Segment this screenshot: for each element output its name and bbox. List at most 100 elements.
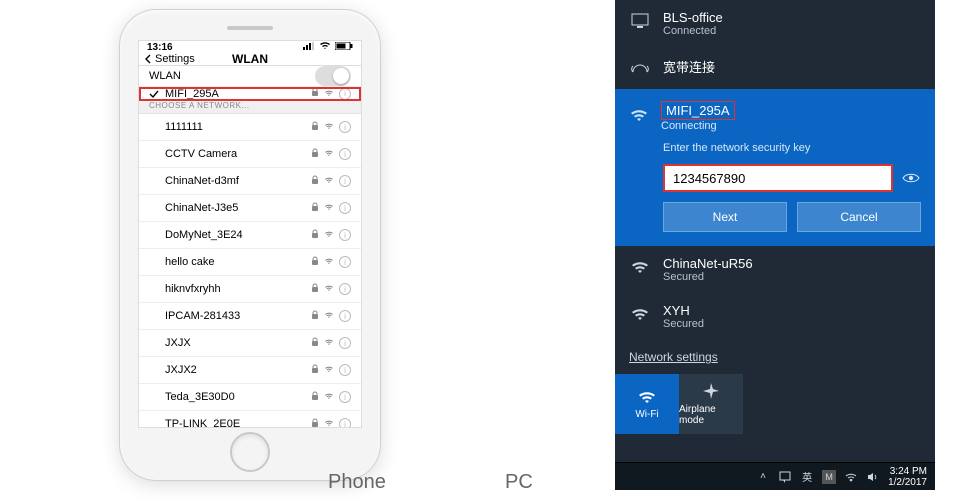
battery-icon: [335, 42, 353, 53]
wifi-icon: [629, 256, 651, 278]
network-name: Teda_3E30D0: [149, 391, 311, 403]
tray-volume-icon[interactable]: [866, 470, 880, 484]
back-button[interactable]: Settings: [139, 53, 195, 65]
info-icon[interactable]: i: [339, 283, 351, 295]
phone-speaker: [227, 26, 273, 30]
back-label: Settings: [155, 53, 195, 65]
network-name: ChinaNet-J3e5: [149, 202, 311, 214]
lock-icon: [311, 310, 319, 323]
connected-network-row[interactable]: MIFI_295A i: [139, 87, 361, 101]
tray-up-icon[interactable]: ˄: [756, 470, 770, 484]
info-icon[interactable]: i: [339, 88, 351, 100]
network-name: ChinaNet-uR56: [663, 256, 753, 271]
airplane-icon: [702, 382, 720, 400]
password-input[interactable]: [663, 164, 893, 192]
info-icon[interactable]: i: [339, 391, 351, 403]
wifi-icon: [637, 389, 657, 405]
network-name: hiknvfxryhh: [149, 283, 311, 295]
info-icon[interactable]: i: [339, 121, 351, 133]
lock-icon: [311, 364, 319, 377]
network-item[interactable]: BLS-officeConnected: [615, 0, 935, 47]
password-prompt: Enter the network security key: [663, 142, 921, 154]
network-settings-link[interactable]: Network settings: [615, 340, 935, 374]
tray-action-center-icon[interactable]: [778, 470, 792, 484]
network-item[interactable]: XYHSecured: [615, 293, 935, 340]
tray-ime1[interactable]: 英: [800, 470, 814, 484]
taskbar-time: 3:24 PM: [888, 466, 927, 477]
wifi-tile[interactable]: Wi-Fi: [615, 374, 679, 434]
info-icon[interactable]: i: [339, 364, 351, 376]
network-list: 1111111iCCTV CameraiChinaNet-d3mfiChinaN…: [139, 114, 361, 428]
network-row[interactable]: CCTV Camera i: [139, 141, 361, 168]
network-name: TP-LINK_2E0E: [149, 418, 311, 428]
caption-pc: PC: [505, 471, 533, 494]
taskbar-clock[interactable]: 3:24 PM 1/2/2017: [888, 466, 927, 488]
signal-icon: [303, 42, 315, 53]
pc-other-networks: ChinaNet-uR56SecuredXYHSecured: [615, 246, 935, 340]
wlan-toggle-label: WLAN: [149, 70, 315, 82]
lock-icon: [311, 148, 319, 161]
home-button[interactable]: [230, 432, 270, 472]
lock-icon: [311, 175, 319, 188]
info-icon[interactable]: i: [339, 256, 351, 268]
info-icon[interactable]: i: [339, 175, 351, 187]
network-row[interactable]: ChinaNet-d3mfi: [139, 168, 361, 195]
network-row[interactable]: 1111111i: [139, 114, 361, 141]
network-item[interactable]: ChinaNet-uR56Secured: [615, 246, 935, 293]
info-icon[interactable]: i: [339, 148, 351, 160]
network-row[interactable]: ChinaNet-J3e5 i: [139, 195, 361, 222]
lock-icon: [311, 418, 319, 429]
network-row[interactable]: hello cake i: [139, 249, 361, 276]
wifi-strength-icon: [324, 391, 334, 403]
network-status: Secured: [663, 318, 704, 330]
wifi-strength-icon: [324, 337, 334, 349]
connected-network-name: MIFI_295A: [165, 88, 311, 100]
status-bar: 13:16: [139, 41, 361, 53]
info-icon[interactable]: i: [339, 418, 351, 428]
chevron-left-icon: [143, 54, 153, 64]
network-name: DoMyNet_3E24: [149, 229, 311, 241]
network-name: hello cake: [149, 256, 311, 268]
network-row[interactable]: JXJXi: [139, 330, 361, 357]
tray-ime2[interactable]: M: [822, 470, 836, 484]
caption-phone: Phone: [328, 471, 386, 494]
wifi-strength-icon: [324, 175, 334, 187]
monitor-icon: [629, 10, 651, 32]
quick-tiles: Wi-Fi Airplane mode: [615, 374, 935, 434]
info-icon[interactable]: i: [339, 229, 351, 241]
network-status: Secured: [663, 271, 753, 283]
wifi-icon: [629, 303, 651, 325]
network-name: JXJX2: [149, 364, 311, 376]
network-row[interactable]: hiknvfxryhh i: [139, 276, 361, 303]
reveal-password-icon[interactable]: [901, 168, 921, 188]
wifi-strength-icon: [324, 310, 334, 322]
airplane-tile[interactable]: Airplane mode: [679, 374, 743, 434]
network-row[interactable]: IPCAM-281433i: [139, 303, 361, 330]
cancel-button[interactable]: Cancel: [797, 202, 921, 232]
network-row[interactable]: Teda_3E30D0 i: [139, 384, 361, 411]
info-icon[interactable]: i: [339, 310, 351, 322]
wlan-toggle[interactable]: [315, 66, 351, 86]
pc-top-networks: BLS-officeConnected宽带连接: [615, 0, 935, 89]
lock-icon: [311, 391, 319, 404]
next-button[interactable]: Next: [663, 202, 787, 232]
phone-screen: 13:16 Settings WLAN WLAN: [138, 40, 362, 428]
network-row[interactable]: DoMyNet_3E24 i: [139, 222, 361, 249]
info-icon[interactable]: i: [339, 202, 351, 214]
network-row[interactable]: TP-LINK_2E0E i: [139, 411, 361, 428]
nav-bar: Settings WLAN: [139, 53, 361, 66]
tray-wifi-icon[interactable]: [844, 470, 858, 484]
network-name: CCTV Camera: [149, 148, 311, 160]
wlan-toggle-row[interactable]: WLAN: [139, 66, 361, 87]
broadband-icon: [629, 57, 651, 79]
wifi-strength-icon: [324, 283, 334, 295]
wifi-strength-icon: [324, 256, 334, 268]
connecting-block: MIFI_295A Connecting Enter the network s…: [615, 89, 935, 246]
network-item[interactable]: 宽带连接: [615, 47, 935, 89]
windows-network-flyout: BLS-officeConnected宽带连接 MIFI_295A Connec…: [615, 0, 935, 490]
iphone-device: 13:16 Settings WLAN WLAN: [120, 10, 380, 480]
info-icon[interactable]: i: [339, 337, 351, 349]
status-right: [303, 41, 353, 53]
lock-icon: [311, 121, 319, 134]
network-row[interactable]: JXJX2 i: [139, 357, 361, 384]
